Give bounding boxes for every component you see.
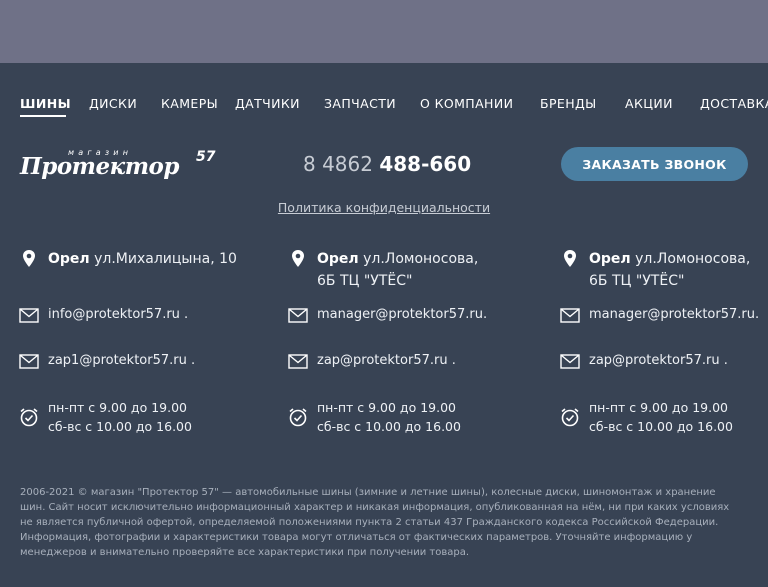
nav-item-sensors[interactable]: ДАТЧИКИ bbox=[235, 96, 300, 111]
weekday-hours: пн-пт с 9.00 до 19.00 bbox=[48, 400, 187, 415]
hours-row: пн-пт с 9.00 до 19.00 сб-вс с 10.00 до 16… bbox=[287, 398, 461, 436]
envelope-icon bbox=[560, 354, 580, 369]
street-address-line-2: 6Б ТЦ "УТЁС" bbox=[589, 273, 685, 289]
site-logo[interactable]: магазин Протектор 57 bbox=[18, 148, 218, 182]
envelope-icon bbox=[19, 308, 39, 323]
nav-item-brands[interactable]: БРЕНДЫ bbox=[540, 96, 597, 111]
nav-item-tubes[interactable]: КАМЕРЫ bbox=[161, 96, 218, 111]
city-name: Орел bbox=[48, 251, 90, 267]
alarm-clock-icon bbox=[20, 408, 38, 427]
email-row: info@protektor57.ru . bbox=[18, 304, 188, 326]
location-pin-icon bbox=[564, 250, 576, 267]
hours-row: пн-пт с 9.00 до 19.00 сб-вс с 10.00 до 16… bbox=[559, 398, 733, 436]
envelope-icon bbox=[288, 308, 308, 323]
email-row: manager@protektor57.ru. bbox=[287, 304, 487, 326]
order-call-button[interactable]: ЗАКАЗАТЬ ЗВОНОК bbox=[561, 147, 748, 181]
email-link[interactable]: zap1@protektor57.ru . bbox=[48, 350, 195, 372]
nav-item-parts[interactable]: ЗАПЧАСТИ bbox=[324, 96, 396, 111]
email-row: manager@protektor57.ru. bbox=[559, 304, 759, 326]
weekday-hours: пн-пт с 9.00 до 19.00 bbox=[589, 400, 728, 415]
weekend-hours: сб-вс с 10.00 до 16.00 bbox=[317, 419, 461, 434]
email-link[interactable]: zap@protektor57.ru . bbox=[589, 350, 728, 372]
nav-item-tires[interactable]: ШИНЫ bbox=[20, 96, 71, 111]
hours-row: пн-пт с 9.00 до 19.00 сб-вс с 10.00 до 16… bbox=[18, 398, 192, 436]
logo-wordmark: Протектор bbox=[20, 153, 179, 180]
nav-item-about[interactable]: О КОМПАНИИ bbox=[420, 96, 513, 111]
envelope-icon bbox=[19, 354, 39, 369]
location-pin-icon bbox=[292, 250, 304, 267]
footer-nav: ШИНЫ ДИСКИ КАМЕРЫ ДАТЧИКИ ЗАПЧАСТИ О КОМ… bbox=[0, 90, 768, 120]
email-row: zap1@protektor57.ru . bbox=[18, 350, 195, 372]
email-link[interactable]: info@protektor57.ru . bbox=[48, 304, 188, 326]
street-address-line-2: 6Б ТЦ "УТЁС" bbox=[317, 273, 413, 289]
street-address: ул.Ломоносова, bbox=[635, 251, 751, 267]
nav-item-delivery[interactable]: ДОСТАВКА bbox=[700, 96, 768, 111]
location-pin-icon bbox=[23, 250, 35, 267]
privacy-policy-link[interactable]: Политика конфиденциальности bbox=[0, 200, 768, 215]
legal-disclaimer: 2006-2021 © магазин "Протектор 57" — авт… bbox=[20, 487, 730, 558]
weekend-hours: сб-вс с 10.00 до 16.00 bbox=[48, 419, 192, 434]
email-row: zap@protektor57.ru . bbox=[287, 350, 456, 372]
phone-prefix: 8 4862 bbox=[303, 152, 373, 176]
alarm-clock-icon bbox=[561, 408, 579, 427]
street-address: ул.Ломоносова, bbox=[363, 251, 479, 267]
email-link[interactable]: zap@protektor57.ru . bbox=[317, 350, 456, 372]
weekday-hours: пн-пт с 9.00 до 19.00 bbox=[317, 400, 456, 415]
phone-number[interactable]: 8 4862 488-660 bbox=[303, 152, 471, 176]
email-link[interactable]: manager@protektor57.ru. bbox=[589, 304, 759, 326]
weekend-hours: сб-вс с 10.00 до 16.00 bbox=[589, 419, 733, 434]
top-banner-area bbox=[0, 0, 768, 63]
nav-active-underline bbox=[20, 115, 66, 117]
address-row: Орел ул.Ломоносова, 6Б ТЦ "УТЁС" bbox=[559, 248, 750, 292]
address-row: Орел ул.Ломоносова, 6Б ТЦ "УТЁС" bbox=[287, 248, 478, 292]
city-name: Орел bbox=[589, 251, 631, 267]
city-name: Орел bbox=[317, 251, 359, 267]
logo-number: 57 bbox=[196, 149, 216, 165]
nav-item-wheels[interactable]: ДИСКИ bbox=[89, 96, 137, 111]
email-row: zap@protektor57.ru . bbox=[559, 350, 728, 372]
address-row: Орел ул.Михалицына, 10 bbox=[18, 248, 237, 270]
nav-item-promotions[interactable]: АКЦИИ bbox=[625, 96, 673, 111]
envelope-icon bbox=[560, 308, 580, 323]
email-link[interactable]: manager@protektor57.ru. bbox=[317, 304, 487, 326]
street-address: ул.Михалицына, 10 bbox=[94, 251, 237, 267]
phone-main: 488-660 bbox=[379, 152, 472, 176]
envelope-icon bbox=[288, 354, 308, 369]
alarm-clock-icon bbox=[289, 408, 307, 427]
